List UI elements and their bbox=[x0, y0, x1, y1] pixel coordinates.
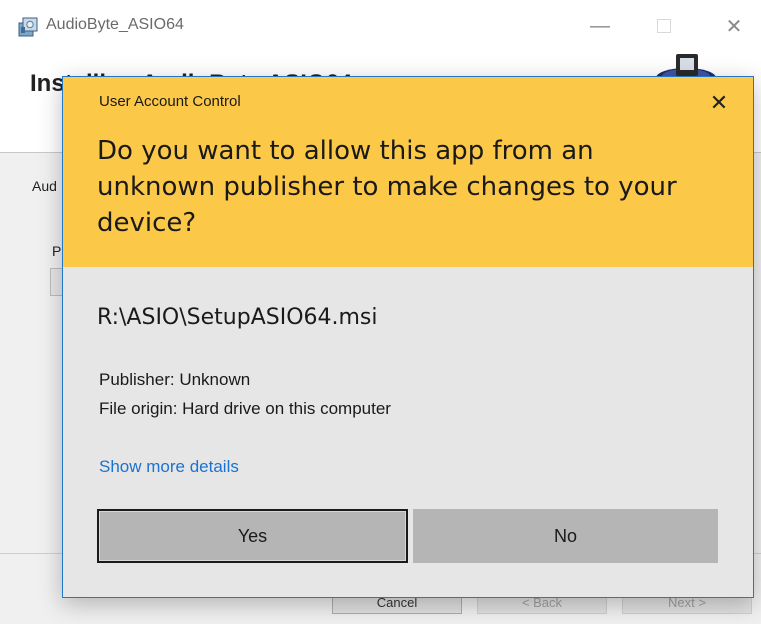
maximize-button[interactable] bbox=[648, 12, 680, 40]
maximize-icon bbox=[657, 19, 671, 33]
close-icon: ✕ bbox=[709, 90, 729, 115]
installer-close-button[interactable]: ✕ bbox=[718, 12, 750, 40]
installer-window-title: AudioByte_ASIO64 bbox=[46, 16, 184, 33]
show-more-details-link[interactable]: Show more details bbox=[99, 457, 239, 477]
uac-publisher: Publisher: Unknown bbox=[99, 370, 251, 389]
installer-status-label: Aud bbox=[32, 178, 57, 194]
uac-header: User Account Control ✕ Do you want to al… bbox=[63, 77, 753, 267]
uac-dialog: User Account Control ✕ Do you want to al… bbox=[62, 76, 754, 598]
minimize-icon: — bbox=[590, 14, 610, 37]
uac-program-path: R:\ASIO\SetupASIO64.msi bbox=[97, 305, 378, 330]
installer-package-icon bbox=[18, 17, 38, 37]
yes-button[interactable]: Yes bbox=[97, 509, 408, 563]
uac-file-origin: File origin: Hard drive on this computer bbox=[99, 399, 391, 418]
uac-close-button[interactable]: ✕ bbox=[705, 89, 733, 117]
no-button[interactable]: No bbox=[413, 509, 718, 563]
close-icon: ✕ bbox=[725, 15, 743, 38]
uac-question: Do you want to allow this app from an un… bbox=[97, 136, 677, 238]
installer-titlebar: AudioByte_ASIO64 — ✕ bbox=[0, 0, 761, 52]
uac-title: User Account Control bbox=[99, 93, 241, 110]
minimize-button[interactable]: — bbox=[584, 12, 616, 40]
installer-progress-label: P bbox=[52, 243, 62, 259]
